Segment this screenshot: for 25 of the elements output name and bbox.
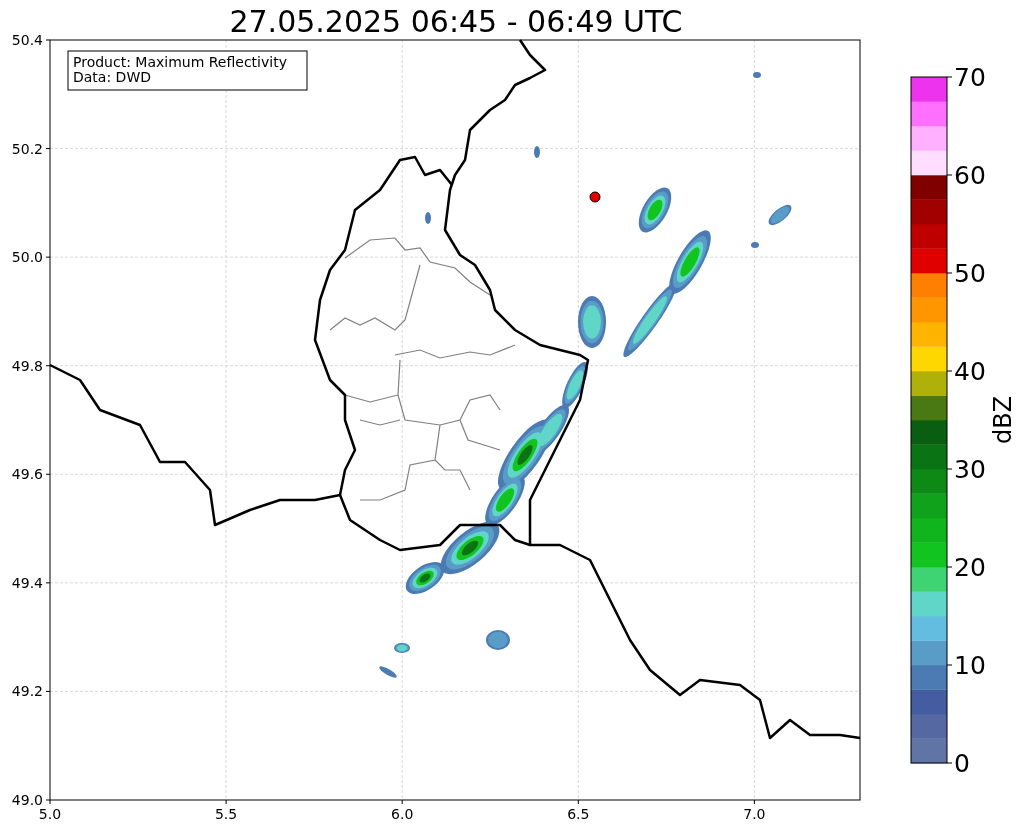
legend-text: Product: Maximum Reflectivity [73, 54, 287, 70]
legend-text: Data: DWD [73, 69, 151, 85]
colorbar-tick-label: 20 [954, 553, 986, 582]
y-tick-label: 49.4 [11, 574, 43, 591]
colorbar-label: dBZ [989, 395, 1017, 445]
x-tick-label: 5.0 [38, 806, 62, 822]
chart-title: 27.05.2025 06:45 - 06:49 UTC [229, 4, 683, 39]
colorbar-tick-label: 40 [954, 357, 986, 386]
y-tick-label: 50.4 [11, 32, 43, 48]
x-tick-label: 7.0 [743, 806, 766, 822]
y-tick-label: 50.0 [11, 249, 43, 266]
colorbar-tick-label: 30 [954, 455, 986, 484]
colorbar-tick-label: 60 [954, 161, 986, 190]
colorbar-tick-label: 70 [954, 63, 986, 92]
y-tick-label: 49.8 [11, 357, 43, 374]
colorbar-tick-label: 10 [954, 651, 986, 680]
y-tick-label: 50.2 [11, 140, 43, 157]
y-tick-label: 49.2 [11, 683, 43, 700]
x-tick-label: 6.0 [391, 806, 414, 822]
colorbar-tick-label: 0 [954, 749, 970, 778]
y-tick-label: 49.0 [11, 792, 43, 808]
x-tick-label: 6.5 [567, 806, 590, 822]
y-tick-label: 49.6 [11, 466, 43, 483]
colorbar-tick-label: 50 [954, 259, 986, 288]
x-tick-label: 5.5 [214, 806, 238, 822]
